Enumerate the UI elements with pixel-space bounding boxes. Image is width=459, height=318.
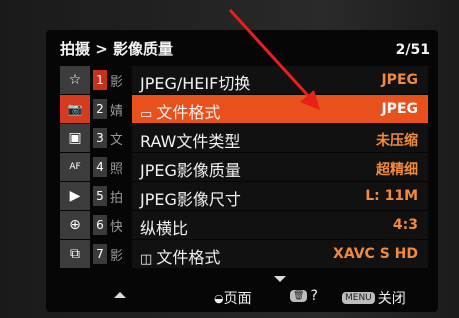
red-annotation-arrow-icon [228,8,320,110]
